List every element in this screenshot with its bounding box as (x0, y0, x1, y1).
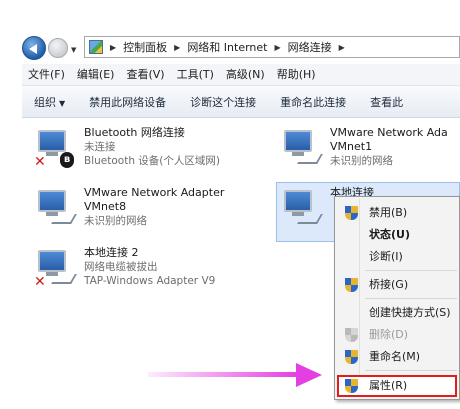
back-button[interactable] (22, 36, 46, 60)
adapter-name: 本地连接 2 (84, 246, 139, 259)
chevron-right-icon[interactable]: ▶ (275, 43, 281, 52)
history-dropdown-icon[interactable]: ▼ (71, 46, 76, 54)
adapter-device: 未识别的网络 (330, 155, 393, 167)
adapter-status: VMnet8 (84, 200, 127, 213)
menu-item-create-shortcut[interactable]: 创建快捷方式(S) (337, 303, 457, 323)
menu-item-label: 属性(R) (369, 379, 408, 392)
adapter-bluetooth[interactable]: ✕ ʙ Bluetooth 网络连接 未连接 Bluetooth 设备(个人区域… (34, 126, 220, 170)
network-adapter-icon: ✕ (34, 246, 78, 290)
view-status-button[interactable]: 查看此 (358, 94, 415, 110)
forward-button[interactable] (48, 38, 68, 58)
rename-button[interactable]: 重命名此连接 (268, 94, 358, 110)
disconnected-icon: ✕ (34, 274, 46, 290)
menu-item-status[interactable]: 状态(U) (337, 225, 457, 245)
menu-item-label: 重命名(M) (369, 350, 421, 363)
command-toolbar: 组织 ▼ 禁用此网络设备 诊断这个连接 重命名此连接 查看此 (22, 86, 460, 118)
menu-advanced[interactable]: 高级(N) (220, 64, 271, 86)
menu-separator (365, 298, 457, 299)
menu-bar: 文件(F) 编辑(E) 查看(V) 工具(T) 高级(N) 帮助(H) (22, 64, 460, 86)
chevron-right-icon[interactable]: ▶ (110, 43, 116, 52)
adapter-vmnet1[interactable]: VMware Network Ada VMnet1 未识别的网络 (280, 126, 448, 170)
annotation-arrow-head-icon (296, 363, 322, 387)
context-menu: 禁用(B) 状态(U) 诊断(I) 桥接(G) 创建快捷方式(S) 删除(D) … (334, 196, 460, 400)
menu-item-rename[interactable]: 重命名(M) (337, 347, 457, 367)
network-adapter-icon (34, 186, 78, 230)
uac-shield-icon (345, 328, 358, 342)
chevron-down-icon: ▼ (59, 98, 66, 108)
menu-item-disable[interactable]: 禁用(B) (337, 203, 457, 223)
menu-item-properties[interactable]: 属性(R) (337, 376, 457, 396)
bluetooth-icon: ʙ (60, 152, 74, 168)
chevron-right-icon[interactable]: ▶ (339, 43, 345, 52)
adapter-device: Bluetooth 设备(个人区域网) (84, 155, 221, 167)
adapter-vmnet8[interactable]: VMware Network Adapter VMnet8 未识别的网络 (34, 186, 224, 230)
organize-button[interactable]: 组织 ▼ (22, 94, 77, 110)
adapter-status: 未连接 (84, 141, 116, 153)
address-bar[interactable]: ▶ 控制面板 ▶ 网络和 Internet ▶ 网络连接 ▶ (84, 36, 460, 58)
uac-shield-icon (345, 278, 358, 292)
uac-shield-icon (345, 350, 358, 364)
adapter-status: VMnet1 (330, 140, 373, 153)
adapter-name: VMware Network Ada (330, 126, 448, 139)
adapter-device: 未识别的网络 (84, 215, 147, 227)
adapter-status: 网络电缆被拔出 (84, 261, 158, 273)
breadcrumb-network-internet[interactable]: 网络和 Internet (187, 39, 267, 55)
menu-help[interactable]: 帮助(H) (271, 64, 322, 86)
menu-view[interactable]: 查看(V) (120, 64, 170, 86)
disconnected-icon: ✕ (34, 154, 46, 170)
adapter-local-connection-2[interactable]: ✕ 本地连接 2 网络电缆被拔出 TAP-Windows Adapter V9 (34, 246, 215, 290)
menu-item-bridge[interactable]: 桥接(G) (337, 275, 457, 295)
diagnose-button[interactable]: 诊断这个连接 (178, 94, 268, 110)
menu-tools[interactable]: 工具(T) (171, 64, 220, 86)
adapter-device: TAP-Windows Adapter V9 (84, 275, 216, 287)
network-adapter-icon: ✕ ʙ (34, 126, 78, 170)
breadcrumb-network-connections[interactable]: 网络连接 (288, 39, 332, 55)
menu-item-diagnose[interactable]: 诊断(I) (337, 247, 457, 267)
annotation-arrow-shaft (148, 372, 298, 377)
menu-separator (365, 270, 457, 271)
address-region: ▼ ▶ 控制面板 ▶ 网络和 Internet ▶ 网络连接 ▶ (0, 0, 460, 62)
uac-shield-icon (345, 379, 358, 393)
menu-item-delete[interactable]: 删除(D) (337, 325, 457, 345)
adapter-name: VMware Network Adapter (84, 186, 225, 199)
menu-edit[interactable]: 编辑(E) (71, 64, 121, 86)
menu-file[interactable]: 文件(F) (22, 64, 71, 86)
adapter-name: Bluetooth 网络连接 (84, 126, 185, 139)
menu-separator (365, 370, 457, 371)
network-adapter-icon (280, 186, 324, 230)
menu-item-label: 删除(D) (369, 328, 409, 341)
chevron-right-icon[interactable]: ▶ (174, 43, 180, 52)
network-adapter-icon (280, 126, 324, 170)
uac-shield-icon (345, 206, 358, 220)
disable-device-button[interactable]: 禁用此网络设备 (77, 94, 178, 110)
organize-label: 组织 (34, 95, 56, 109)
menu-item-label: 桥接(G) (369, 278, 409, 291)
control-panel-icon (89, 40, 103, 54)
breadcrumb-control-panel[interactable]: 控制面板 (123, 39, 167, 55)
menu-item-label: 禁用(B) (369, 206, 408, 219)
